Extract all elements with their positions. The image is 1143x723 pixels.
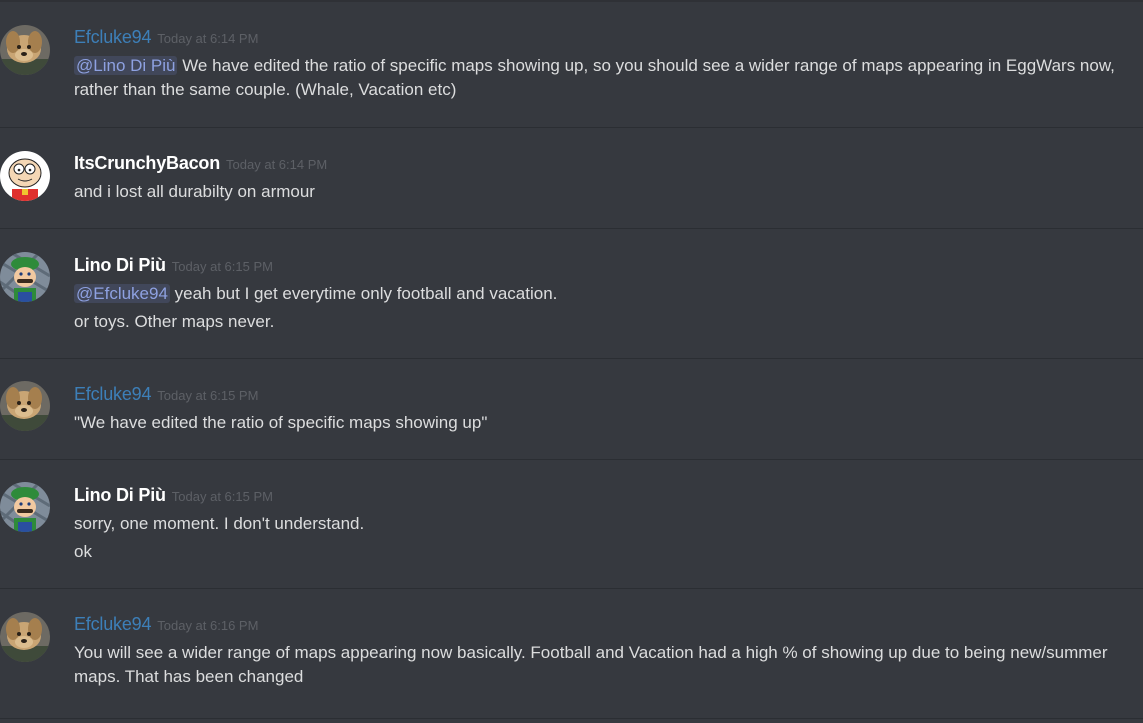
timestamp: Today at 6:15 PM: [171, 489, 273, 504]
message-text: maps. That has been changed: [74, 667, 304, 686]
message-content: @Lino Di Più We have edited the ratio of…: [74, 54, 1143, 102]
message-text: We have edited the ratio of specific map…: [177, 56, 1115, 75]
message-text: rather than the same couple. (Whale, Vac…: [74, 80, 457, 99]
message-content: You will see a wider range of maps appea…: [74, 641, 1143, 689]
message-text: yeah but I get everytime only football a…: [169, 284, 558, 303]
message-content: and i lost all durabilty on armour: [74, 180, 1143, 204]
message-text: "We have edited the ratio of specific ma…: [74, 413, 488, 432]
timestamp: Today at 6:15 PM: [171, 259, 273, 274]
timestamp: Today at 6:14 PM: [157, 31, 259, 46]
message-divider: [0, 588, 1143, 589]
message-divider: [0, 718, 1143, 719]
author-name[interactable]: Efcluke94: [74, 27, 151, 47]
message-content: sorry, one moment. I don't understand. o…: [74, 512, 1143, 564]
author-name[interactable]: ItsCrunchyBacon: [74, 153, 220, 173]
author-name[interactable]: Efcluke94: [74, 614, 151, 634]
luigi-avatar-icon[interactable]: [0, 252, 50, 302]
user-mention[interactable]: @Lino Di Più: [74, 56, 178, 75]
message-text: sorry, one moment. I don't understand.: [74, 514, 365, 533]
message-content: "We have edited the ratio of specific ma…: [74, 411, 1143, 435]
message-text: or toys. Other maps never.: [74, 312, 275, 331]
timestamp: Today at 6:14 PM: [226, 157, 328, 172]
message-text: You will see a wider range of maps appea…: [74, 643, 1108, 662]
message-divider: [0, 228, 1143, 229]
dog-avatar-icon[interactable]: [0, 25, 50, 75]
message-divider: [0, 358, 1143, 359]
timestamp: Today at 6:16 PM: [157, 618, 259, 633]
cartoon-face-avatar-icon[interactable]: [0, 151, 50, 201]
user-mention[interactable]: @Efcluke94: [74, 284, 170, 303]
timestamp: Today at 6:15 PM: [157, 388, 259, 403]
author-name[interactable]: Efcluke94: [74, 384, 151, 404]
message-text: ok: [74, 542, 92, 561]
dog-avatar-icon[interactable]: [0, 381, 50, 431]
message-content: @Efcluke94 yeah but I get everytime only…: [74, 282, 1143, 334]
author-name[interactable]: Lino Di Più: [74, 485, 166, 505]
author-name[interactable]: Lino Di Più: [74, 255, 166, 275]
message-divider: [0, 127, 1143, 128]
top-edge: [0, 0, 1143, 2]
message-text: and i lost all durabilty on armour: [74, 182, 315, 201]
dog-avatar-icon[interactable]: [0, 612, 50, 662]
message-divider: [0, 459, 1143, 460]
luigi-avatar-icon[interactable]: [0, 482, 50, 532]
